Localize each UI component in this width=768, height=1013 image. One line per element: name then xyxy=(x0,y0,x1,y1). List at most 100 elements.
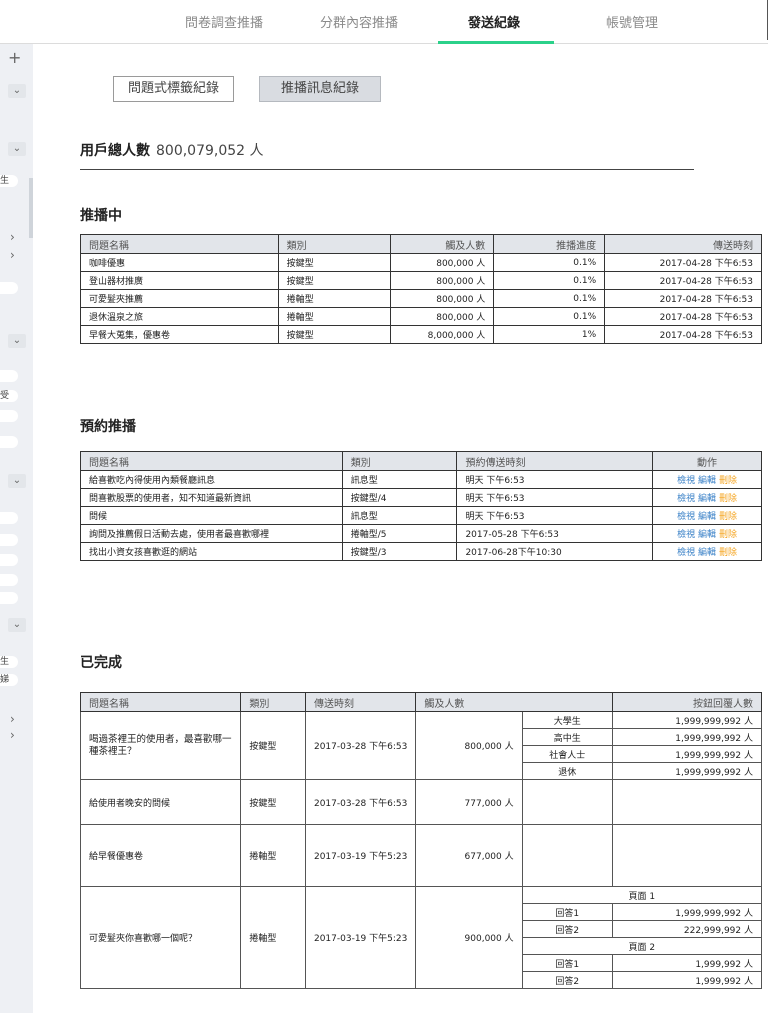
cell-reach: 777,000 人 xyxy=(415,779,523,825)
cell-name: 找出小資女孩喜歡逛的網站 xyxy=(80,542,343,561)
table-row: 問喜歡股票的使用者，知不知道最新資訊 按鍵型/4 明天 下午6:53 檢視 編輯… xyxy=(80,488,762,507)
table-row[interactable]: 可愛髮夾推薦 捲軸型 800,000 人 0.1% 2017-04-28 下午6… xyxy=(80,289,762,308)
cell-time: 2017-03-19 下午5:23 xyxy=(304,886,417,989)
add-icon[interactable]: + xyxy=(8,48,21,67)
push-records-button[interactable]: 推播訊息紀錄 xyxy=(259,76,381,102)
total-users-label: 用戶總人數 xyxy=(80,143,150,159)
cell-type: 捲軸型/5 xyxy=(341,524,458,543)
sidebar-pill[interactable]: 娣 xyxy=(0,674,18,686)
edit-link[interactable]: 編輯 xyxy=(698,512,716,522)
view-link[interactable]: 檢視 xyxy=(677,476,695,486)
cell-type: 按鍵型 xyxy=(277,325,392,344)
scroll-indicator xyxy=(29,178,33,238)
table-row: 問候 訊息型 明天 下午6:53 檢視 編輯 刪除 xyxy=(80,506,762,525)
delete-link[interactable]: 刪除 xyxy=(719,530,737,540)
sidebar-pill[interactable] xyxy=(0,592,18,604)
delete-link[interactable]: 刪除 xyxy=(719,494,737,504)
cell-type: 按鍵型 xyxy=(277,271,392,290)
chevron-down-icon[interactable]: ⌄ xyxy=(8,334,26,348)
table-row[interactable]: 登山器材推廣 按鍵型 800,000 人 0.1% 2017-04-28 下午6… xyxy=(80,271,762,290)
sidebar-pill[interactable] xyxy=(0,370,18,382)
cell-progress: 1% xyxy=(493,325,606,344)
cell-time: 2017-03-19 下午5:23 xyxy=(304,824,417,887)
cell-name: 可愛髮夾你喜歡哪一個呢？ xyxy=(79,886,242,989)
delete-link[interactable]: 刪除 xyxy=(719,512,737,522)
chevron-right-icon[interactable]: › xyxy=(10,712,15,726)
view-link[interactable]: 檢視 xyxy=(677,530,695,540)
chevron-right-icon[interactable]: › xyxy=(10,728,15,742)
edit-link[interactable]: 編輯 xyxy=(698,494,716,504)
cell-name: 咖啡優惠 xyxy=(80,253,279,272)
table-row: 給早餐優惠卷 捲軸型 2017-03-19 下午5:23 677,000 人 xyxy=(79,824,763,887)
cell-name: 登山器材推廣 xyxy=(80,271,279,290)
edit-link[interactable]: 編輯 xyxy=(698,530,716,540)
column-header: 動作 xyxy=(652,451,762,471)
chevron-down-icon[interactable]: ⌄ xyxy=(8,474,26,488)
chevron-down-icon[interactable]: ⌄ xyxy=(8,142,26,156)
chevron-down-icon[interactable]: ⌄ xyxy=(8,618,26,632)
view-link[interactable]: 檢視 xyxy=(677,548,695,558)
answer-label: 回答1 xyxy=(521,954,613,972)
table-row[interactable]: 咖啡優惠 按鍵型 800,000 人 0.1% 2017-04-28 下午6:5… xyxy=(80,253,762,272)
sidebar-pill[interactable] xyxy=(0,554,18,566)
cell-reach: 900,000 人 xyxy=(415,886,523,989)
sidebar-pill[interactable] xyxy=(0,282,18,294)
table-row[interactable]: 退休溫泉之旅 捲軸型 800,000 人 0.1% 2017-04-28 下午6… xyxy=(80,307,762,326)
sidebar-pill[interactable]: 生 xyxy=(0,175,18,187)
sidebar-pill[interactable]: 生 xyxy=(0,656,18,668)
table-row: 找出小資女孩喜歡逛的網站 按鍵型/3 2017-06-28下午10:30 檢視 … xyxy=(80,542,762,561)
delete-link[interactable]: 刪除 xyxy=(719,476,737,486)
tab-survey-push[interactable]: 問卷調查推播 xyxy=(185,12,263,31)
cell-actions: 檢視 編輯 刪除 xyxy=(652,506,762,525)
cell-reach: 800,000 人 xyxy=(390,289,495,308)
page-label: 頁面 1 xyxy=(521,886,763,904)
cell-type: 訊息型 xyxy=(341,506,458,525)
divider xyxy=(80,169,694,170)
cell-actions: 檢視 編輯 刪除 xyxy=(652,470,762,489)
sidebar: + ⌄ ⌄ 生 › › ⌄ 受 ⌄ ⌄ 生 娣 › › xyxy=(0,44,33,1013)
sidebar-pill[interactable]: 受 xyxy=(0,390,18,402)
sidebar-pill[interactable] xyxy=(0,436,18,448)
active-tab-indicator xyxy=(438,41,554,44)
chevron-down-icon[interactable]: ⌄ xyxy=(8,84,26,98)
table-row: 喝過茶裡王的使用者，最喜歡哪一種茶裡王？ 按鍵型 2017-03-28 下午6:… xyxy=(79,711,763,780)
scheduled-table: 問題名稱 類別 預約傳送時刻 動作 給喜歡吃內得使用內類餐廳訊息 訊息型 明天 … xyxy=(80,451,762,561)
column-header: 推播進度 xyxy=(493,234,606,254)
edit-link[interactable]: 編輯 xyxy=(698,548,716,558)
sidebar-pill[interactable] xyxy=(0,534,18,546)
tab-send-records[interactable]: 發送紀錄 xyxy=(468,12,520,31)
answer-count: 1,999,999,992 人 xyxy=(611,903,763,921)
answer-count: 1,999,999,992 人 xyxy=(611,711,763,729)
table-row: 詢問及推薦假日活動去處，使用者最喜歡哪裡 捲軸型/5 2017-05-28 下午… xyxy=(80,524,762,543)
column-header: 觸及人數 xyxy=(415,692,613,712)
answer-label: 回答1 xyxy=(521,903,613,921)
empty-cell xyxy=(611,824,763,887)
table-row[interactable]: 早餐大蒐集，優惠卷 按鍵型 8,000,000 人 1% 2017-04-28 … xyxy=(80,325,762,344)
tab-segment-push[interactable]: 分群內容推播 xyxy=(320,12,398,31)
section-title-scheduled: 預約推播 xyxy=(80,419,136,435)
view-link[interactable]: 檢視 xyxy=(677,512,695,522)
answer-count: 1,999,992 人 xyxy=(611,971,763,989)
tab-account-management[interactable]: 帳號管理 xyxy=(606,12,658,31)
cell-time: 明天 下午6:53 xyxy=(456,470,654,489)
sidebar-pill[interactable] xyxy=(0,574,18,586)
chevron-right-icon[interactable]: › xyxy=(10,230,15,244)
tag-records-button[interactable]: 問題式標籤紀錄 xyxy=(113,76,234,102)
completed-table: 問題名稱 類別 傳送時刻 觸及人數 按鈕回覆人數 喝過茶裡王的使用者，最喜歡哪一… xyxy=(79,692,763,989)
answer-count: 1,999,999,992 人 xyxy=(611,762,763,780)
cell-reach: 800,000 人 xyxy=(390,253,495,272)
sidebar-pill[interactable] xyxy=(0,410,18,422)
sidebar-pill[interactable] xyxy=(0,512,18,524)
pushing-table: 問題名稱 類別 觸及人數 推播進度 傳送時刻 咖啡優惠 按鍵型 800,000 … xyxy=(80,234,762,344)
chevron-right-icon[interactable]: › xyxy=(10,248,15,262)
column-header: 問題名稱 xyxy=(79,692,242,712)
section-title-completed: 已完成 xyxy=(80,655,122,671)
cell-name: 問候 xyxy=(80,506,343,525)
cell-name: 早餐大蒐集，優惠卷 xyxy=(80,325,279,344)
edit-link[interactable]: 編輯 xyxy=(698,476,716,486)
cell-reach: 8,000,000 人 xyxy=(390,325,495,344)
section-title-pushing: 推播中 xyxy=(80,208,122,224)
delete-link[interactable]: 刪除 xyxy=(719,548,737,558)
view-link[interactable]: 檢視 xyxy=(677,494,695,504)
cell-actions: 檢視 編輯 刪除 xyxy=(652,542,762,561)
